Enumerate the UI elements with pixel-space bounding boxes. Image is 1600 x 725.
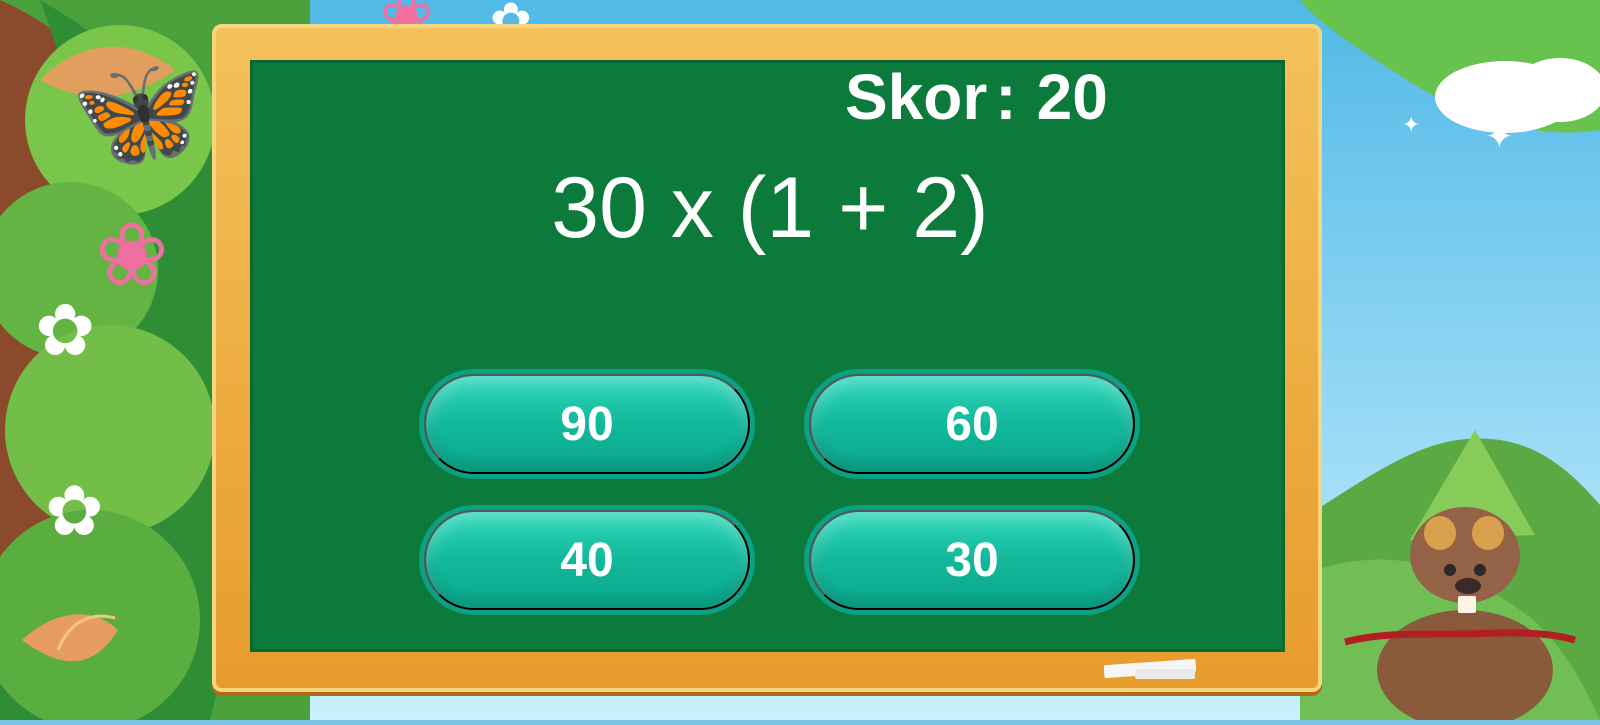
score-label: Skor [845,61,988,133]
svg-text:✿: ✿ [35,288,95,372]
answer-button-3[interactable]: 40 [424,510,750,610]
svg-text:🦋: 🦋 [70,48,207,176]
question-text: 30 x (1 + 2) [551,160,989,256]
chalk-piece-2 [1135,669,1195,679]
answer-label-3: 40 [560,533,614,587]
answer-button-2[interactable]: 60 [809,374,1135,474]
answer-label-2: 60 [945,397,999,451]
answer-label-1: 90 [560,397,614,451]
answer-label-4: 30 [945,533,999,587]
answer-button-1[interactable]: 90 [424,374,750,474]
svg-text:✦: ✦ [1402,113,1420,138]
answer-button-4[interactable]: 30 [809,510,1135,610]
svg-text:❀: ❀ [95,203,169,306]
game-scene: ✦ ✦ 🦋 🦋 ❀ ✿ ✿ ❀ ❀ ✿ Skor:20 30 x [0,0,1600,725]
svg-text:✦: ✦ [1485,117,1514,157]
svg-text:✿: ✿ [45,470,104,552]
score-value: 20 [1036,61,1108,133]
score-display: Skor:20 [845,62,1108,132]
score-separator: : [995,61,1017,133]
